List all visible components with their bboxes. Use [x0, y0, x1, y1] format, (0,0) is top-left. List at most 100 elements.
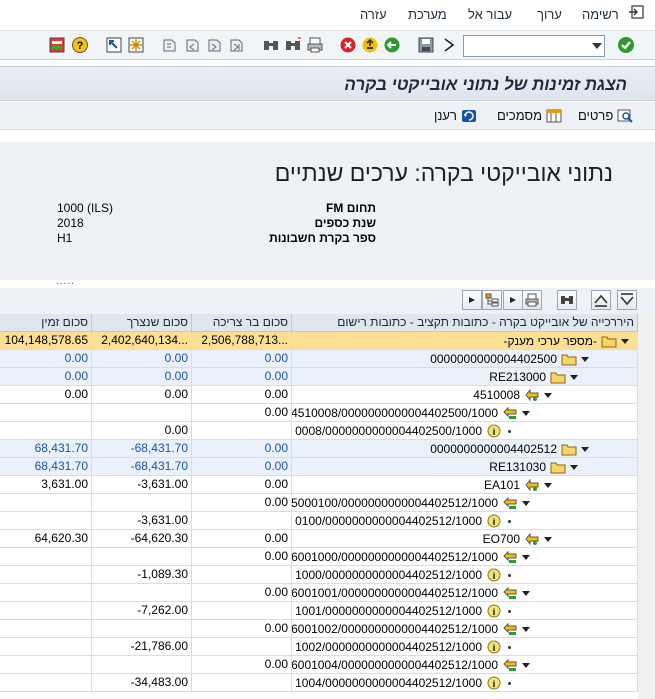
chevron-down-icon[interactable]	[544, 536, 552, 542]
table-row[interactable]: 6001000/0000000000004402512/1000 0.00	[0, 548, 638, 566]
print-grid-icon[interactable]	[522, 290, 542, 310]
table-row[interactable]: 0008/0000000000004402500/1000 i 0.00	[0, 422, 638, 440]
sort-descending-icon[interactable]	[617, 290, 637, 310]
chevron-down-icon[interactable]	[522, 410, 530, 416]
hierarchy-cell[interactable]: 0000000000004402500	[292, 350, 638, 368]
first-page-icon[interactable]	[161, 36, 179, 54]
table-row[interactable]: 6001004/0000000000004402512/1000 0.00	[0, 656, 638, 674]
refresh-button[interactable]: רענן	[434, 108, 477, 123]
table-row[interactable]: 1000/0000000000004402512/1000 i -1,089.30	[0, 566, 638, 584]
col-header-consumed[interactable]: סכום שנצרך	[92, 314, 192, 332]
chevron-down-icon[interactable]	[592, 43, 602, 49]
chevron-down-icon[interactable]	[544, 392, 552, 398]
hierarchy-cell[interactable]: 1001/0000000000004402512/1000 i	[292, 602, 638, 620]
chevron-down-icon[interactable]	[570, 374, 578, 380]
menu-edit[interactable]: ערוך	[537, 7, 562, 22]
hierarchy-cell[interactable]: 6001001/0000000000004402512/1000	[292, 584, 638, 602]
chevron-down-icon[interactable]	[621, 338, 629, 344]
next-page-icon[interactable]	[206, 36, 224, 54]
hierarchy-cell[interactable]: 6001004/0000000000004402512/1000	[292, 656, 638, 674]
table-row[interactable]: 0000000000004402512 0.00 -68,431.70 68,431.…	[0, 440, 638, 458]
hierarchy-cell[interactable]: EA101	[292, 476, 638, 494]
menu-list[interactable]: רשימה	[582, 7, 619, 22]
menu-help[interactable]: עזרה	[360, 7, 387, 22]
print-icon[interactable]	[306, 36, 324, 54]
find-icon[interactable]	[262, 36, 280, 54]
chevron-down-icon[interactable]	[581, 356, 589, 362]
menu-goto[interactable]: עבור אל	[468, 7, 512, 22]
details-button[interactable]: פרטים	[578, 108, 634, 123]
documents-button[interactable]: מסמכים	[497, 108, 562, 123]
previous-page-icon[interactable]	[184, 36, 202, 54]
hierarchy-cell[interactable]: RE131030	[292, 458, 638, 476]
summary-hierarchy-cell[interactable]: -מספר ערכי מענק-	[292, 332, 638, 350]
chevron-down-icon[interactable]	[581, 446, 589, 452]
hierarchy-cell[interactable]: 5000100/0000000000004402512/1000	[292, 494, 638, 512]
hierarchy-cell[interactable]: 0100/0000000000004402512/1000 i	[292, 512, 638, 530]
execute-icon[interactable]	[440, 36, 458, 54]
cancel-icon[interactable]	[339, 36, 357, 54]
table-row[interactable]: 4510008 0.00 0.00 0.00	[0, 386, 638, 404]
hierarchy-cell[interactable]: 6001002/0000000000004402512/1000	[292, 620, 638, 638]
table-row[interactable]: 1001/0000000000004402512/1000 i -7,262.00	[0, 602, 638, 620]
back-icon[interactable]	[383, 36, 401, 54]
table-row[interactable]: 6001001/0000000000004402512/1000 0.00	[0, 584, 638, 602]
table-row[interactable]: 5000100/0000000000004402512/1000 0.00	[0, 494, 638, 512]
command-field[interactable]	[463, 35, 605, 57]
chevron-down-icon[interactable]	[522, 662, 530, 668]
chevron-down-icon[interactable]	[522, 590, 530, 596]
enter-icon[interactable]	[617, 36, 635, 54]
consumable-cell: 0.00	[192, 656, 292, 674]
table-row[interactable]: 0100/0000000000004402512/1000 i -3,631.00	[0, 512, 638, 530]
hierarchy-cell[interactable]: 1002/0000000000004402512/1000 i	[292, 638, 638, 656]
find-grid-icon[interactable]	[557, 290, 577, 310]
hierarchy-cell[interactable]: 1000/0000000000004402512/1000 i	[292, 566, 638, 584]
table-row[interactable]: RE213000 0.00 0.00 0.00	[0, 368, 638, 386]
hierarchy-cell[interactable]: 0008/0000000000004402500/1000 i	[292, 422, 638, 440]
budget-item-icon	[525, 478, 539, 492]
table-row[interactable]: RE131030 0.00 -68,431.70 68,431.70	[0, 458, 638, 476]
hierarchy-cell[interactable]: 0000000000004402512	[292, 440, 638, 458]
chevron-down-icon[interactable]	[522, 554, 530, 560]
hierarchy-cell[interactable]: 6001000/0000000000004402512/1000	[292, 548, 638, 566]
expand-node-icon[interactable]	[462, 290, 482, 310]
chevron-down-icon[interactable]	[570, 464, 578, 470]
splitter-handle[interactable]: .....	[56, 276, 75, 287]
col-header-consumable[interactable]: סכום בר צריכה	[192, 314, 292, 332]
find-next-icon[interactable]	[284, 36, 302, 54]
summary-row[interactable]: -מספר ערכי מענק- 2,506,788,713... 2,402,…	[0, 332, 638, 350]
table-row[interactable]: EO700 0.00 -64,620.30 64,620.30	[0, 530, 638, 548]
help-icon[interactable]: ?	[71, 36, 89, 54]
chevron-down-icon[interactable]	[522, 626, 530, 632]
hierarchy-cell[interactable]: 1004/0000000000004402512/1000 i	[292, 674, 638, 692]
table-row[interactable]: 6001002/0000000000004402512/1000 0.00	[0, 620, 638, 638]
summary-consumable: 2,506,788,713...	[192, 332, 292, 350]
hierarchy-icon[interactable]	[482, 290, 502, 310]
vertical-scrollbar[interactable]	[638, 314, 655, 699]
shortcut-icon[interactable]	[127, 36, 145, 54]
table-row[interactable]: EA101 0.00 -3,631.00 3,631.00	[0, 476, 638, 494]
last-page-icon[interactable]	[228, 36, 246, 54]
layout-icon[interactable]	[48, 36, 66, 54]
hierarchy-cell[interactable]: RE213000	[292, 368, 638, 386]
consumable-cell: 0.00	[192, 404, 292, 422]
exit-session-icon[interactable]	[361, 36, 379, 54]
table-row[interactable]: 0000000000004402500 0.00 0.00 0.00	[0, 350, 638, 368]
sort-ascending-icon[interactable]	[591, 290, 611, 310]
save-icon[interactable]	[417, 36, 435, 54]
available-cell: 0.00	[0, 368, 92, 386]
chevron-down-icon[interactable]	[522, 500, 530, 506]
chevron-down-icon[interactable]	[544, 482, 552, 488]
hierarchy-cell[interactable]: 4510008	[292, 386, 638, 404]
table-row[interactable]: 1004/0000000000004402512/1000 i -34,483.00	[0, 674, 638, 692]
hierarchy-cell[interactable]: EO700	[292, 530, 638, 548]
create-session-icon[interactable]	[105, 36, 123, 54]
hierarchy-cell[interactable]: 4510008/0000000000004402500/1000	[292, 404, 638, 422]
table-row[interactable]: 4510008/0000000000004402500/1000 0.00	[0, 404, 638, 422]
exit-icon[interactable]	[629, 5, 645, 19]
col-header-hierarchy[interactable]: היררכייה של אובייקט בקרה - כתובות תקציב …	[292, 314, 638, 332]
table-row[interactable]: 1002/0000000000004402512/1000 i -21,786.00	[0, 638, 638, 656]
collapse-node-icon[interactable]	[503, 290, 523, 310]
col-header-available[interactable]: סכום זמין	[0, 314, 92, 332]
menu-system[interactable]: מערכת	[408, 7, 447, 22]
